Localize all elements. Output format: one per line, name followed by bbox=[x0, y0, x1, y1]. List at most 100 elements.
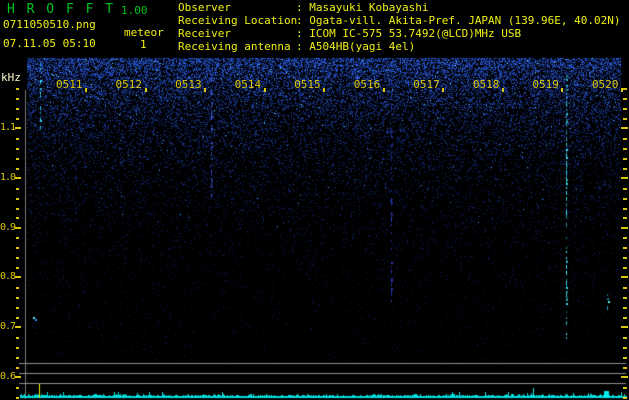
frequency-label: 0.7 bbox=[0, 321, 16, 332]
axis-tick bbox=[16, 337, 19, 339]
axis-tick bbox=[16, 118, 19, 120]
axis-tick bbox=[623, 108, 627, 110]
info-row: Receiving Location: Ogata-vill. Akita-Pr… bbox=[178, 14, 621, 27]
axis-tick bbox=[16, 108, 19, 110]
time-label: 0514 bbox=[234, 78, 262, 91]
count-label: 1 bbox=[140, 38, 147, 51]
axis-tick bbox=[501, 88, 504, 92]
axis-tick bbox=[204, 88, 207, 92]
axis-tick bbox=[15, 227, 21, 229]
info-separator: : bbox=[296, 27, 310, 40]
station-info: Observer: Masayuki Kobayashi Receiving Lo… bbox=[178, 1, 621, 53]
frequency-label: 0.6 bbox=[0, 371, 16, 382]
axis-tick bbox=[15, 177, 21, 179]
info-separator: : bbox=[296, 1, 310, 14]
axis-tick bbox=[623, 158, 627, 160]
axis-tick bbox=[16, 237, 19, 239]
time-label: 0520 bbox=[591, 78, 619, 91]
time-label: 0517 bbox=[413, 78, 440, 91]
axis-tick bbox=[623, 188, 627, 190]
info-value: A504HB(yagi 4el) bbox=[309, 40, 416, 53]
axis-tick bbox=[85, 88, 87, 92]
axis-tick bbox=[623, 138, 627, 140]
frequency-label: 0.8 bbox=[0, 271, 16, 282]
axis-tick bbox=[623, 357, 627, 359]
axis-tick bbox=[16, 158, 19, 160]
axis-tick bbox=[621, 177, 628, 179]
info-value: Ogata-vill. Akita-Pref. JAPAN (139.96E, … bbox=[309, 14, 621, 27]
axis-tick bbox=[16, 98, 19, 100]
info-label: Observer bbox=[178, 1, 231, 14]
axis-tick bbox=[16, 297, 19, 299]
info-label: Receiver bbox=[178, 27, 231, 40]
axis-tick bbox=[16, 138, 19, 140]
info-row: Observer: Masayuki Kobayashi bbox=[178, 1, 621, 14]
axis-tick bbox=[15, 127, 21, 129]
axis-tick bbox=[623, 317, 627, 319]
axis-tick bbox=[16, 317, 19, 319]
time-label: 0511 bbox=[56, 78, 83, 91]
axis-tick bbox=[623, 337, 627, 339]
axis-tick bbox=[621, 326, 628, 328]
axis-tick bbox=[623, 297, 627, 299]
frequency-label: 1.1 bbox=[0, 122, 16, 133]
axis-tick bbox=[623, 367, 627, 369]
hrofft-window: H R O F F T 1.00 0711050510.png meteor 0… bbox=[0, 0, 629, 400]
axis-tick bbox=[16, 168, 19, 170]
axis-tick bbox=[623, 98, 627, 100]
axis-tick bbox=[623, 347, 627, 349]
axis-tick bbox=[16, 88, 19, 90]
axis-tick bbox=[15, 376, 21, 378]
axis-tick bbox=[382, 88, 385, 92]
axis-tick bbox=[621, 227, 628, 229]
axis-tick bbox=[16, 357, 19, 359]
frequency-unit-label: kHz bbox=[1, 71, 21, 84]
time-label: 0518 bbox=[472, 78, 500, 91]
time-label: 0516 bbox=[353, 78, 381, 91]
axis-tick bbox=[16, 247, 19, 249]
info-row: Receiving antenna: A504HB(yagi 4el) bbox=[178, 40, 621, 53]
axis-tick bbox=[623, 287, 627, 289]
axis-tick bbox=[623, 397, 627, 399]
time-label: 0513 bbox=[175, 78, 202, 91]
info-value: ICOM IC-575 53.7492(@LCD)MHz USB bbox=[309, 27, 522, 40]
axis-tick bbox=[16, 188, 19, 190]
axis-tick bbox=[144, 88, 147, 92]
axis-tick bbox=[16, 148, 19, 150]
axis-tick bbox=[16, 307, 19, 309]
axis-tick bbox=[623, 257, 627, 259]
axis-tick bbox=[623, 198, 627, 200]
info-label: Receiving antenna bbox=[178, 40, 291, 53]
app-title: H R O F F T bbox=[7, 2, 116, 17]
axis-tick bbox=[623, 387, 627, 389]
frequency-label: 1.0 bbox=[0, 172, 16, 183]
axis-tick bbox=[323, 88, 326, 92]
axis-tick bbox=[16, 267, 19, 269]
axis-tick bbox=[623, 208, 627, 210]
axis-tick bbox=[561, 88, 564, 92]
app-version: 1.00 bbox=[121, 4, 148, 17]
datetime-label: 07.11.05 05:10 bbox=[3, 37, 96, 50]
info-label: Receiving Location bbox=[178, 14, 298, 27]
axis-tick bbox=[16, 208, 19, 210]
axis-tick bbox=[16, 287, 19, 289]
axis-tick bbox=[623, 217, 627, 219]
output-filename: 0711050510.png bbox=[3, 18, 96, 31]
axis-tick bbox=[623, 88, 627, 90]
info-value: Masayuki Kobayashi bbox=[309, 1, 429, 14]
axis-tick bbox=[621, 127, 628, 129]
axis-tick bbox=[15, 326, 21, 328]
info-row: Receiver: ICOM IC-575 53.7492(@LCD)MHz U… bbox=[178, 27, 621, 40]
axis-tick bbox=[16, 198, 19, 200]
info-separator: : bbox=[296, 14, 310, 27]
axis-tick bbox=[623, 168, 627, 170]
axis-tick bbox=[621, 376, 628, 378]
spectrogram-canvas bbox=[0, 0, 629, 400]
frequency-label: 0.9 bbox=[0, 222, 16, 233]
axis-tick bbox=[621, 276, 628, 278]
axis-tick bbox=[16, 347, 19, 349]
axis-tick bbox=[263, 88, 266, 92]
axis-tick bbox=[623, 237, 627, 239]
axis-tick bbox=[623, 148, 627, 150]
time-label: 0519 bbox=[532, 78, 559, 91]
